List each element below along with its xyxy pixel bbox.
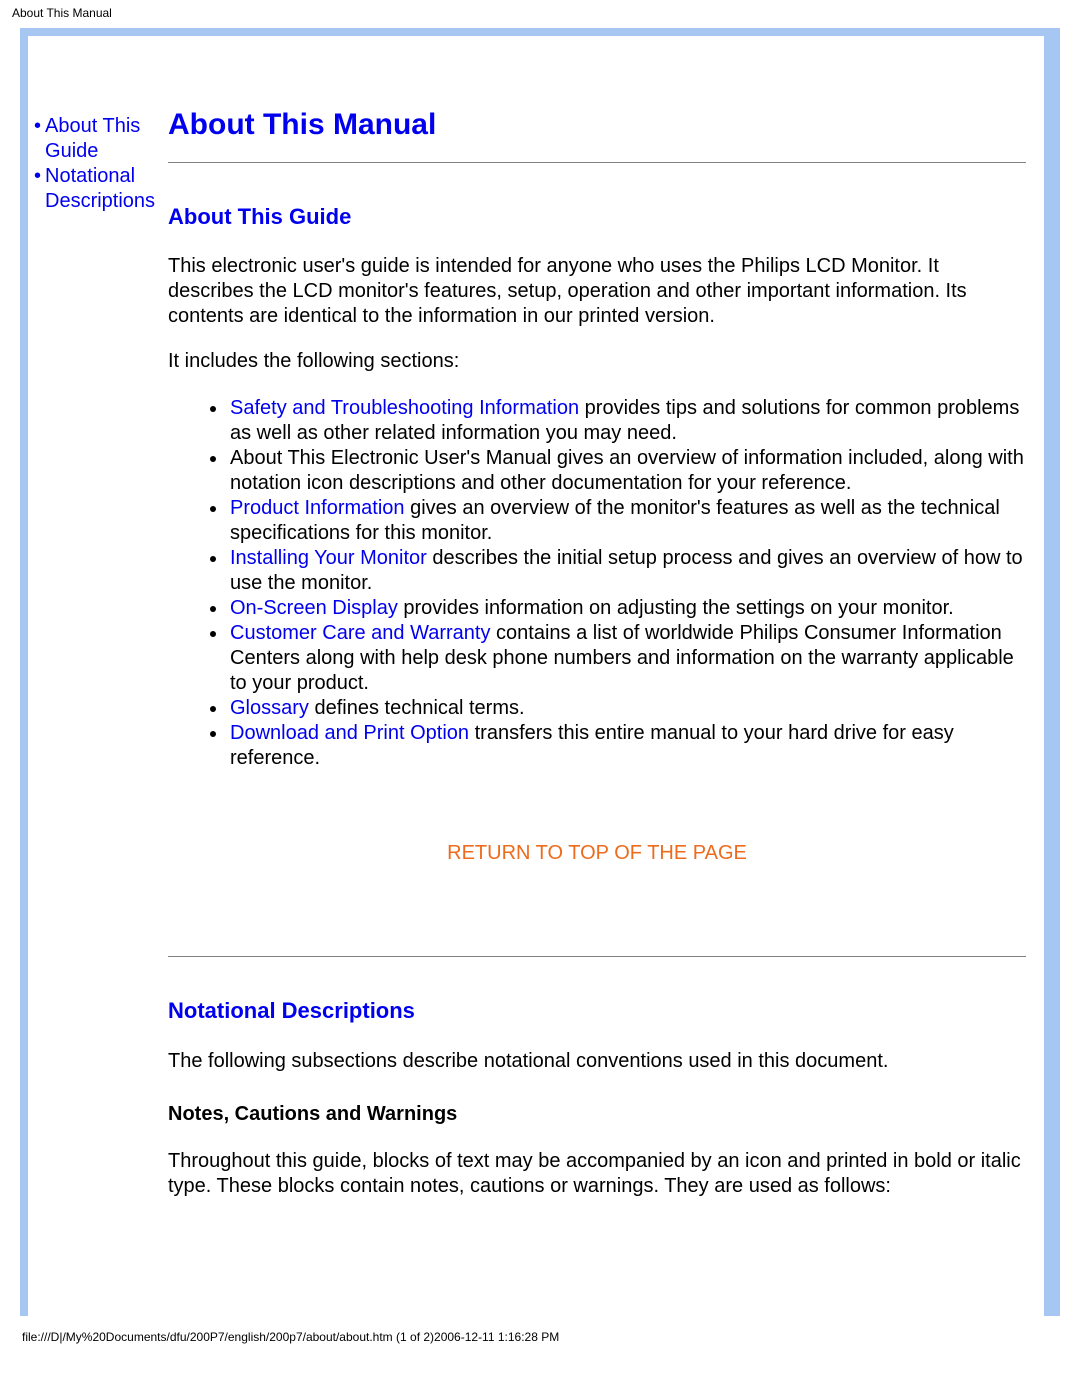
list-item: Glossary defines technical terms. — [228, 696, 1026, 721]
link-safety-troubleshooting[interactable]: Safety and Troubleshooting Information — [230, 397, 579, 419]
list-item: Product Information gives an overview of… — [228, 496, 1026, 546]
sidebar-link-about-this-guide[interactable]: About This Guide — [45, 114, 140, 164]
right-border — [1044, 36, 1052, 1316]
intro-paragraph: This electronic user's guide is intended… — [168, 254, 1026, 329]
list-item: About This Electronic User's Manual give… — [228, 446, 1026, 496]
sidebar-item-about-this-guide[interactable]: • About This Guide — [34, 114, 156, 164]
sidebar-item-notational-descriptions[interactable]: • Notational Descriptions — [34, 164, 156, 214]
sidebar-item-label: Guide — [45, 140, 98, 162]
list-item-text: provides information on adjusting the se… — [398, 597, 954, 619]
sidebar-item-label: Descriptions — [45, 190, 155, 212]
bullet-icon: • — [34, 114, 41, 164]
sidebar: • About This Guide • Notational Descript… — [28, 36, 156, 1316]
link-download-print[interactable]: Download and Print Option — [230, 722, 469, 744]
list-item: Download and Print Option transfers this… — [228, 721, 1026, 771]
page-title: About This Manual — [168, 106, 1026, 144]
list-item: Safety and Troubleshooting Information p… — [228, 396, 1026, 446]
link-glossary[interactable]: Glossary — [230, 697, 309, 719]
list-item-text: About This Electronic User's Manual give… — [230, 447, 1024, 494]
inner-frame: • About This Guide • Notational Descript… — [28, 36, 1052, 1316]
content: About This Manual About This Guide This … — [156, 36, 1044, 1316]
header-title: About This Manual — [0, 0, 1080, 28]
link-product-information[interactable]: Product Information — [230, 497, 405, 519]
return-to-top[interactable]: RETURN TO TOP OF THE PAGE — [168, 841, 1026, 866]
section2-intro: The following subsections describe notat… — [168, 1049, 1026, 1074]
return-to-top-link[interactable]: RETURN TO TOP OF THE PAGE — [447, 842, 747, 864]
bullet-icon: • — [34, 164, 41, 214]
section-heading-about-this-guide: About This Guide — [168, 203, 1026, 231]
link-on-screen-display[interactable]: On-Screen Display — [230, 597, 398, 619]
sidebar-link-notational-descriptions[interactable]: Notational Descriptions — [45, 164, 155, 214]
section-heading-notational-descriptions: Notational Descriptions — [168, 997, 1026, 1025]
outer-frame: • About This Guide • Notational Descript… — [20, 28, 1060, 1316]
list-item: Installing Your Monitor describes the in… — [228, 546, 1026, 596]
subsection-heading-notes-cautions-warnings: Notes, Cautions and Warnings — [168, 1102, 1026, 1127]
section-list: Safety and Troubleshooting Information p… — [228, 396, 1026, 771]
mid-frame: • About This Guide • Notational Descript… — [28, 36, 1052, 1316]
sidebar-item-label: About This — [45, 115, 140, 137]
lead-paragraph: It includes the following sections: — [168, 349, 1026, 374]
list-item: Customer Care and Warranty contains a li… — [228, 621, 1026, 696]
divider — [168, 162, 1026, 163]
section2-body: Throughout this guide, blocks of text ma… — [168, 1149, 1026, 1199]
link-installing-your-monitor[interactable]: Installing Your Monitor — [230, 547, 427, 569]
footer-path: file:///D|/My%20Documents/dfu/200P7/engl… — [0, 1326, 1080, 1352]
sidebar-item-label: Notational — [45, 165, 135, 187]
divider — [168, 956, 1026, 957]
list-item: On-Screen Display provides information o… — [228, 596, 1026, 621]
list-item-text: defines technical terms. — [309, 697, 525, 719]
link-customer-care-warranty[interactable]: Customer Care and Warranty — [230, 622, 490, 644]
